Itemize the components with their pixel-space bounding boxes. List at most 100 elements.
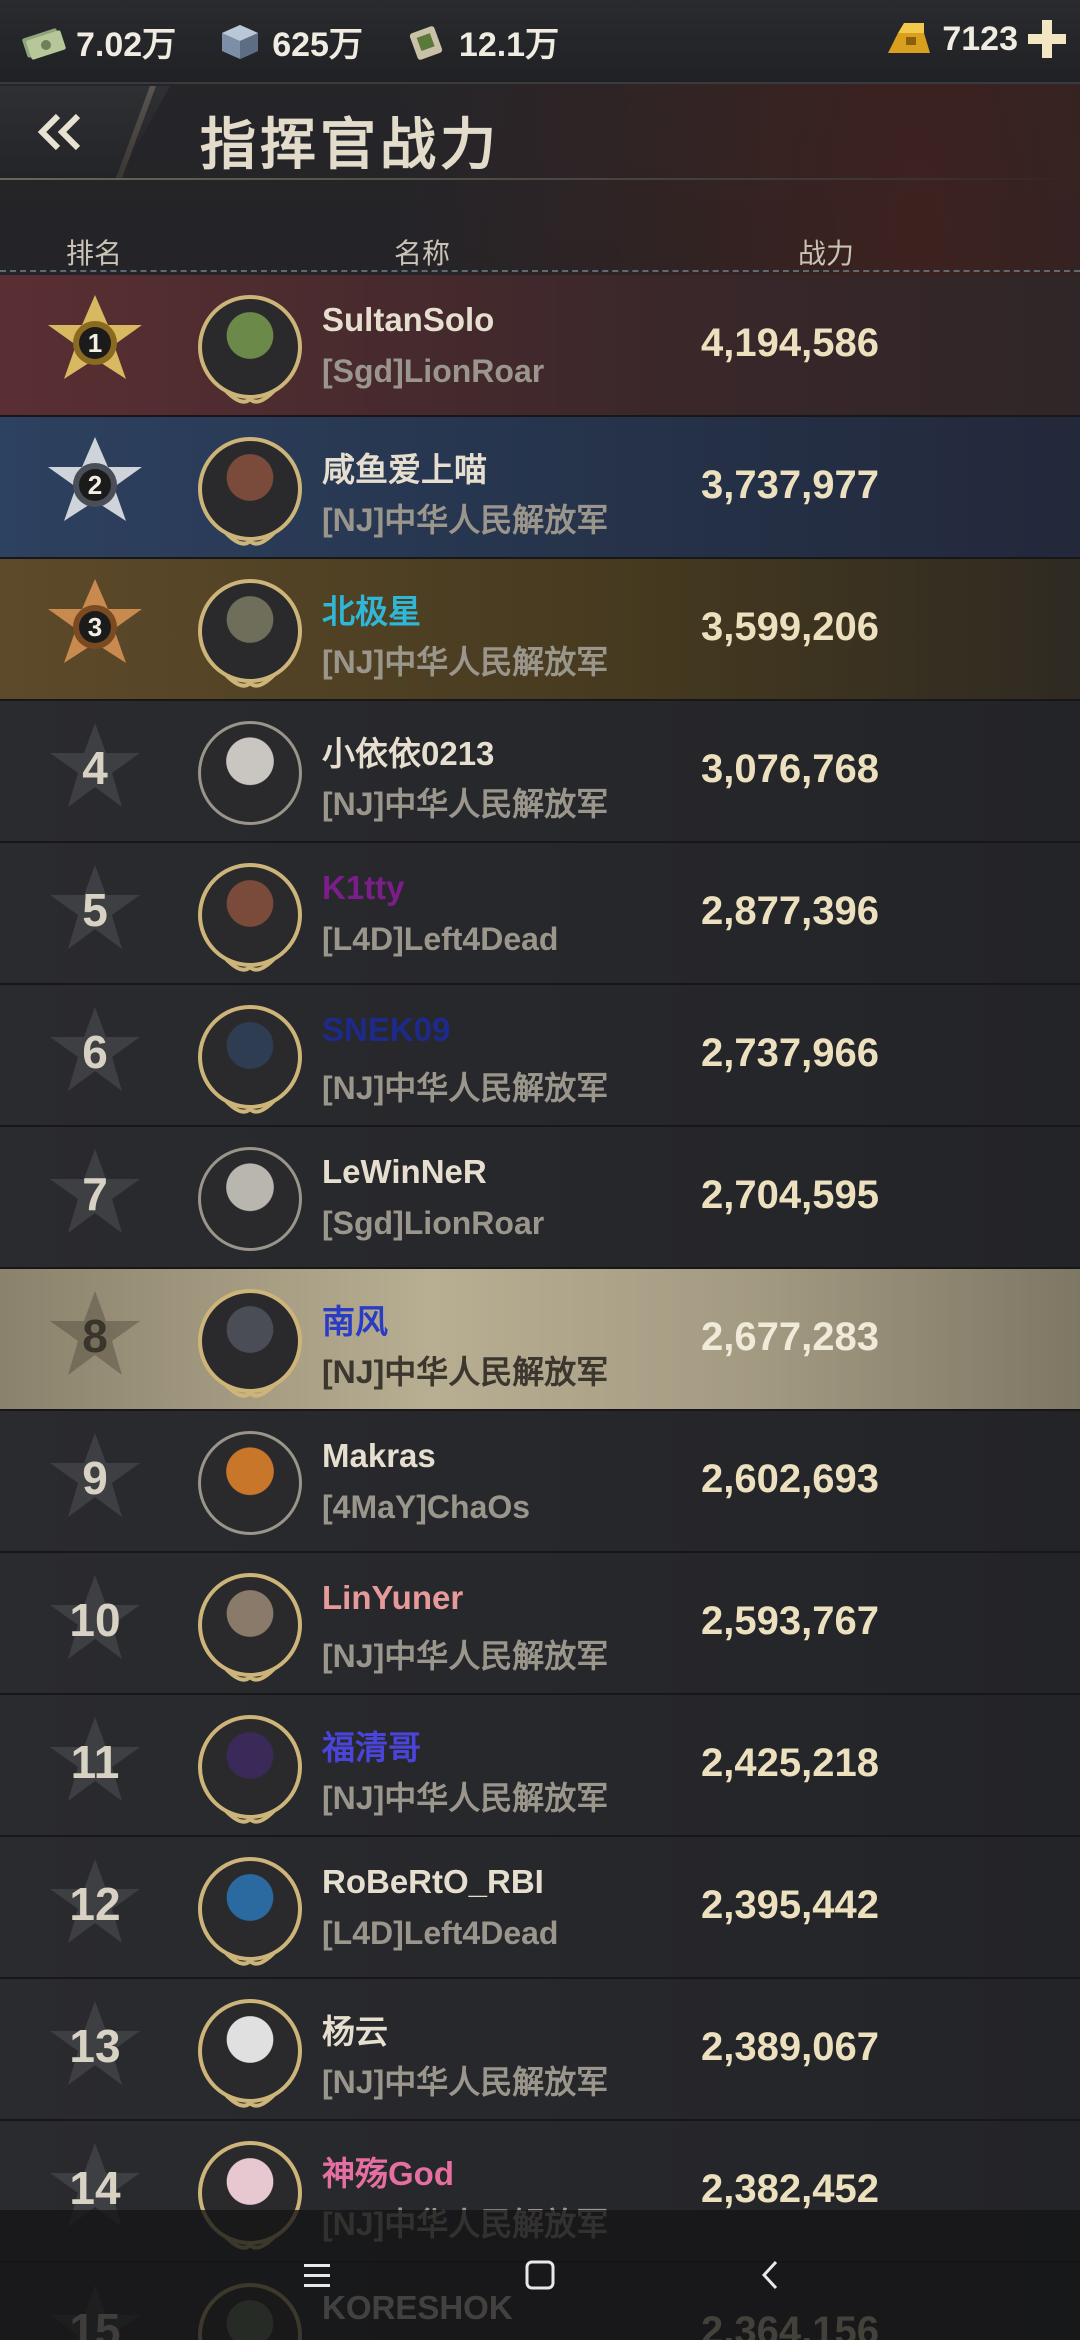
rank-number: 10 [69, 1594, 121, 1646]
ranking-row[interactable]: 6 SNEK09 [NJ]中华人民解放军 2,737,966 [0, 985, 1080, 1127]
power-value: 2,382,452 [701, 2167, 879, 2211]
laurel-icon [224, 1099, 276, 1114]
player-avatar[interactable] [198, 1715, 302, 1819]
home-icon[interactable] [510, 2250, 570, 2300]
laurel-icon [224, 2093, 276, 2108]
ranking-row[interactable]: 10 LinYuner [NJ]中华人民解放军 2,593,767 [0, 1553, 1080, 1695]
laurel-icon [224, 1667, 276, 1682]
player-avatar[interactable] [198, 1999, 302, 2103]
ranking-row[interactable]: 8 南风 [NJ]中华人民解放军 2,677,283 [0, 1269, 1080, 1411]
rank-number: 1 [88, 328, 102, 358]
column-rank: 排名 [66, 238, 123, 269]
ranking-row[interactable]: 13 杨云 [NJ]中华人民解放军 2,389,067 [0, 1979, 1080, 2121]
player-avatar[interactable] [198, 1005, 302, 1109]
gold-bars-icon [888, 23, 931, 53]
rank-number: 12 [69, 1878, 121, 1930]
rank-number: 2 [88, 470, 102, 500]
steel-crate-icon [222, 25, 259, 59]
power-value: 2,737,966 [701, 1031, 879, 1075]
power-value: 2,425,218 [701, 1741, 879, 1785]
oil-icon [409, 26, 443, 60]
ranking-row[interactable]: 12 RoBeRtO_RBI [L4D]Left4Dead 2,395,442 [0, 1837, 1080, 1979]
ranking-row[interactable]: 9 Makras [4MaY]ChaOs 2,602,693 [0, 1411, 1080, 1553]
player-avatar[interactable] [198, 1431, 302, 1535]
ranking-row[interactable]: 4 小依依0213 [NJ]中华人民解放军 3,076,768 [0, 701, 1080, 843]
guild-name: [4MaY]ChaOs [322, 1489, 531, 1525]
steel-value: 625万 [272, 25, 363, 64]
player-avatar[interactable] [198, 721, 302, 825]
guild-name: [NJ]中华人民解放军 [322, 786, 609, 822]
guild-name: [Sgd]LionRoar [322, 1205, 545, 1241]
rank-number: 5 [82, 884, 108, 936]
oil-value: 12.1万 [458, 25, 560, 64]
double-chevron-left-icon [37, 113, 81, 151]
player-name[interactable]: 咸鱼爱上喵 [322, 443, 487, 491]
resource-cash[interactable]: 7.02万 [20, 17, 176, 66]
player-name[interactable]: K1tty [322, 869, 405, 907]
player-name[interactable]: 南风 [322, 1295, 388, 1343]
player-name[interactable]: LinYuner [322, 1579, 463, 1617]
player-avatar[interactable] [198, 437, 302, 541]
player-name[interactable]: SNEK09 [322, 1011, 450, 1049]
add-gold-button[interactable] [1026, 18, 1068, 60]
player-avatar[interactable] [198, 1147, 302, 1251]
power-value: 4,194,586 [701, 321, 879, 365]
ranking-row[interactable]: 1 SultanSolo [Sgd]LionRoar 4,194,586 [0, 275, 1080, 417]
back-button[interactable] [0, 86, 170, 178]
player-avatar[interactable] [198, 863, 302, 967]
rank-medal-icon: 1 [48, 295, 142, 379]
ranking-row[interactable]: 3 北极星 [NJ]中华人民解放军 3,599,206 [0, 559, 1080, 701]
rank-number: 13 [69, 2020, 121, 2072]
page-header: 指挥官战力 [0, 86, 1080, 180]
player-avatar[interactable] [198, 579, 302, 683]
header-underline [0, 178, 1080, 180]
rank-medal-icon: 2 [48, 437, 142, 521]
guild-name: [L4D]Left4Dead [322, 1915, 559, 1951]
power-value: 3,076,768 [701, 747, 879, 791]
back-icon[interactable] [740, 2250, 800, 2300]
rank-number: 11 [70, 1736, 120, 1788]
column-header: 排名 名称 战力 [0, 230, 1080, 272]
ranking-row[interactable]: 11 福清哥 [NJ]中华人民解放军 2,425,218 [0, 1695, 1080, 1837]
power-value: 2,389,067 [701, 2025, 879, 2069]
ranking-row[interactable]: 2 咸鱼爱上喵 [NJ]中华人民解放军 3,737,977 [0, 417, 1080, 559]
player-avatar[interactable] [198, 1857, 302, 1961]
power-value: 2,877,396 [701, 889, 879, 933]
player-name[interactable]: SultanSolo [322, 301, 494, 339]
power-value: 2,602,693 [701, 1457, 879, 1501]
resource-bar: 7.02万 625万 12.1万 7123 [0, 0, 1080, 84]
resource-steel[interactable]: 625万 [216, 17, 363, 66]
resource-gold[interactable]: 7123 [884, 18, 1068, 60]
player-name[interactable]: 福清哥 [322, 1721, 421, 1769]
player-name[interactable]: 杨云 [322, 2005, 388, 2053]
laurel-icon [224, 389, 276, 404]
power-value: 2,704,595 [701, 1173, 879, 1217]
laurel-icon [224, 673, 276, 688]
rank-number: 14 [69, 2162, 121, 2214]
player-avatar[interactable] [198, 1289, 302, 1393]
ranking-row[interactable]: 5 K1tty [L4D]Left4Dead 2,877,396 [0, 843, 1080, 985]
player-name[interactable]: 小依依0213 [322, 727, 494, 775]
ranking-row[interactable]: 7 LeWinNeR [Sgd]LionRoar 2,704,595 [0, 1127, 1080, 1269]
player-name[interactable]: LeWinNeR [322, 1153, 487, 1191]
ranking-list[interactable]: 1 SultanSolo [Sgd]LionRoar 4,194,586 2 咸… [0, 275, 1080, 2340]
player-avatar[interactable] [198, 1573, 302, 1677]
rank-number: 6 [82, 1026, 108, 1078]
guild-name: [NJ]中华人民解放军 [322, 2064, 609, 2100]
resource-oil[interactable]: 12.1万 [403, 17, 559, 66]
player-name[interactable]: 神殇God [322, 2147, 454, 2195]
player-name[interactable]: Makras [322, 1437, 436, 1475]
rank-medal-icon: 3 [48, 579, 142, 663]
power-value: 2,677,283 [701, 1315, 879, 1359]
player-avatar[interactable] [198, 295, 302, 399]
player-name[interactable]: RoBeRtO_RBI [322, 1863, 544, 1901]
guild-name: [NJ]中华人民解放军 [322, 644, 609, 680]
rank-number: 3 [88, 612, 102, 642]
menu-icon[interactable] [286, 2250, 346, 2300]
column-name: 名称 [394, 238, 451, 269]
rank-number: 7 [82, 1168, 108, 1220]
player-name[interactable]: 北极星 [322, 585, 421, 633]
system-nav-bar [0, 2210, 1080, 2340]
cash-value: 7.02万 [76, 25, 177, 64]
guild-name: [NJ]中华人民解放军 [322, 1354, 609, 1390]
